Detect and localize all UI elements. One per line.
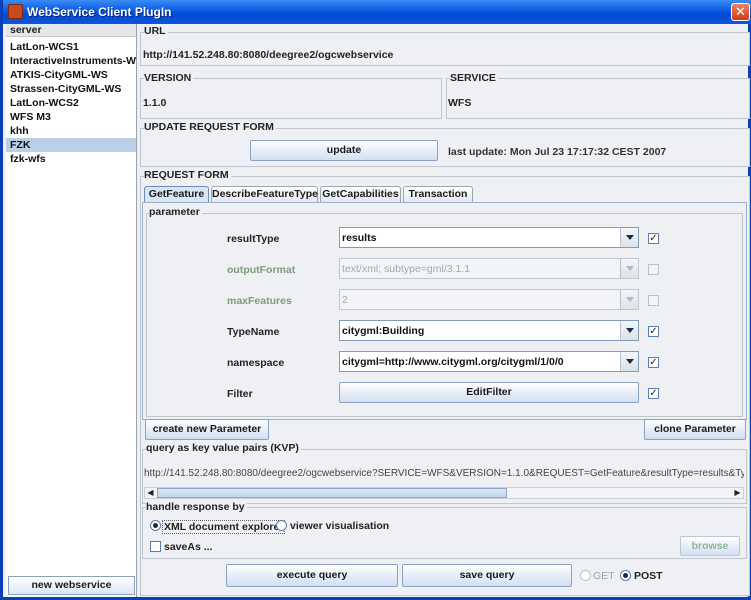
outputformat-checkbox[interactable] (648, 264, 659, 275)
kvp-horizontal-scrollbar[interactable]: ◀ ▶ (144, 487, 744, 499)
server-item[interactable]: LatLon-WCS2 (6, 96, 136, 110)
scroll-right-icon[interactable]: ▶ (732, 488, 743, 498)
outputformat-value: text/xml; subtype=gml/3.1.1 (342, 263, 471, 275)
scroll-left-icon[interactable]: ◀ (145, 488, 156, 498)
getfeature-panel: parameter resultType results ✓ outputFor… (142, 202, 747, 420)
namespace-combo[interactable]: citygml=http://www.citygml.org/citygml/1… (339, 351, 639, 372)
server-panel-header: server (6, 24, 136, 37)
server-item[interactable]: Strassen-CityGML-WS (6, 82, 136, 96)
viewer-radio[interactable] (276, 520, 287, 531)
server-item[interactable]: WFS M3 (6, 110, 136, 124)
update-title: UPDATE REQUEST FORM (144, 121, 276, 133)
get-label[interactable]: GET (593, 570, 615, 582)
chevron-down-icon[interactable] (620, 259, 638, 278)
version-title: VERSION (144, 72, 194, 84)
filter-checkbox[interactable]: ✓ (648, 388, 659, 399)
new-webservice-button[interactable]: new webservice (8, 576, 135, 595)
tab-getcapabilities[interactable]: GetCapabilities (320, 186, 401, 202)
close-button[interactable]: ✕ (731, 3, 750, 21)
server-item[interactable]: fzk-wfs (6, 152, 136, 166)
server-panel: server LatLon-WCS1 InteractiveInstrument… (6, 24, 137, 597)
server-item[interactable]: LatLon-WCS1 (6, 40, 136, 54)
last-update-text: last update: Mon Jul 23 17:17:32 CEST 20… (448, 146, 667, 158)
get-radio[interactable] (580, 570, 591, 581)
resulttype-checkbox[interactable]: ✓ (648, 233, 659, 244)
chevron-down-icon[interactable] (620, 290, 638, 309)
scroll-thumb[interactable] (157, 488, 507, 498)
typename-combo[interactable]: citygml:Building (339, 320, 639, 341)
xml-explorer-label[interactable]: XML document explorer (162, 520, 286, 534)
url-title: URL (144, 25, 168, 37)
param-label-resulttype: resultType (227, 233, 280, 245)
chevron-down-icon[interactable] (620, 352, 638, 371)
clone-parameter-button[interactable]: clone Parameter (644, 419, 746, 440)
viewer-label[interactable]: viewer visualisation (290, 520, 389, 532)
post-label[interactable]: POST (634, 570, 663, 582)
post-radio[interactable] (620, 570, 631, 581)
namespace-checkbox[interactable]: ✓ (648, 357, 659, 368)
maxfeatures-combo[interactable]: 2 (339, 289, 639, 310)
outputformat-combo[interactable]: text/xml; subtype=gml/3.1.1 (339, 258, 639, 279)
resulttype-combo[interactable]: results (339, 227, 639, 248)
save-query-button[interactable]: save query (402, 564, 572, 587)
saveas-checkbox[interactable] (150, 541, 161, 552)
version-value: 1.1.0 (143, 97, 167, 109)
server-item-selected[interactable]: FZK (6, 138, 136, 152)
browse-button[interactable]: browse (680, 536, 740, 556)
maxfeatures-value: 2 (342, 294, 348, 306)
create-parameter-button[interactable]: create new Parameter (145, 419, 269, 440)
update-button[interactable]: update (250, 140, 438, 161)
content-area: URL http://141.52.248.80:8080/deegree2/o… (140, 24, 751, 597)
app-icon (8, 4, 23, 19)
chevron-down-icon[interactable] (620, 228, 638, 247)
param-label-filter: Filter (227, 388, 253, 400)
response-title: handle response by (146, 501, 247, 513)
service-title: SERVICE (450, 72, 498, 84)
kvp-title: query as key value pairs (KVP) (146, 442, 301, 454)
typename-checkbox[interactable]: ✓ (648, 326, 659, 337)
namespace-value: citygml=http://www.citygml.org/citygml/1… (342, 356, 564, 368)
server-item[interactable]: ATKIS-CityGML-WS (6, 68, 136, 82)
parameter-title: parameter (149, 206, 202, 218)
service-box (446, 78, 750, 119)
url-value: http://141.52.248.80:8080/deegree2/ogcwe… (143, 49, 394, 61)
chevron-down-icon[interactable] (620, 321, 638, 340)
xml-explorer-radio[interactable] (150, 520, 161, 531)
param-label-typename: TypeName (227, 326, 280, 338)
saveas-label[interactable]: saveAs ... (164, 541, 212, 553)
plugin-window: WebService Client PlugIn ✕ server LatLon… (0, 0, 751, 600)
resulttype-value: results (342, 232, 377, 244)
edit-filter-button[interactable]: EditFilter (339, 382, 639, 403)
param-label-outputformat: outputFormat (227, 264, 296, 276)
tab-getfeature[interactable]: GetFeature (144, 186, 209, 202)
version-box (140, 78, 442, 119)
execute-query-button[interactable]: execute query (226, 564, 398, 587)
maxfeatures-checkbox[interactable] (648, 295, 659, 306)
server-item[interactable]: khh (6, 124, 136, 138)
tab-describefeaturetype[interactable]: DescribeFeatureType (211, 186, 318, 202)
service-value: WFS (448, 97, 472, 109)
tab-transaction[interactable]: Transaction (403, 186, 473, 202)
request-form-title: REQUEST FORM (144, 169, 231, 181)
server-list: LatLon-WCS1 InteractiveInstruments-WFS A… (6, 40, 136, 166)
param-label-maxfeatures: maxFeatures (227, 295, 292, 307)
server-item[interactable]: InteractiveInstruments-WFS (6, 54, 136, 68)
kvp-query-field[interactable]: http://141.52.248.80:8080/deegree2/ogcwe… (144, 464, 744, 484)
window-title: WebService Client PlugIn (27, 5, 172, 19)
param-label-namespace: namespace (227, 357, 285, 369)
typename-value: citygml:Building (342, 325, 425, 337)
title-bar[interactable]: WebService Client PlugIn ✕ (3, 0, 751, 24)
